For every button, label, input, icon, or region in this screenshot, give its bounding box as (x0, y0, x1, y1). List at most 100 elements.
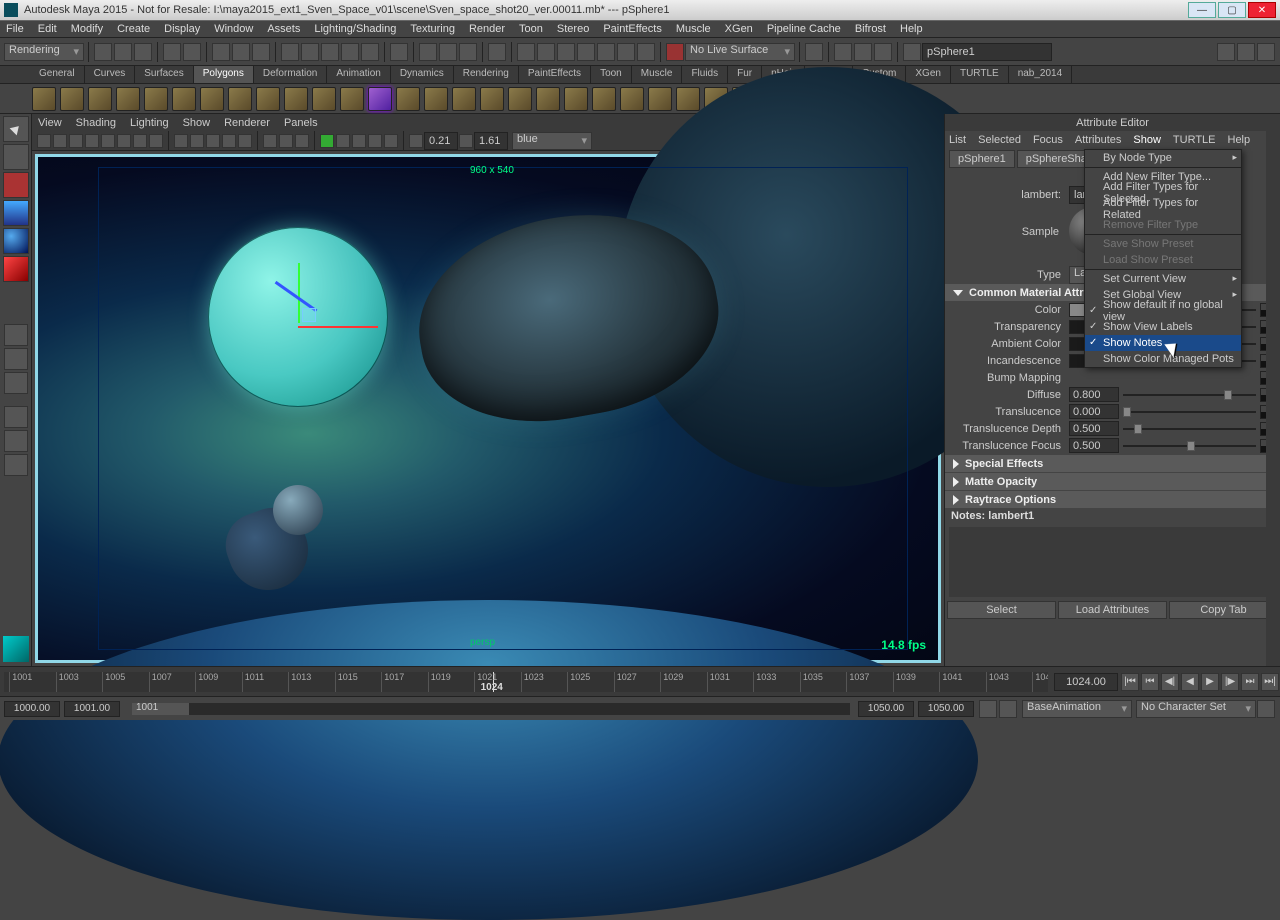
sm-add-rel[interactable]: Add Filter Types for Related (1085, 201, 1241, 217)
quick-select-field[interactable] (922, 43, 1052, 61)
snap-grid-icon[interactable] (281, 43, 299, 61)
poly-split-icon[interactable] (648, 87, 672, 111)
gamma-icon[interactable] (459, 134, 473, 148)
ae-turtle[interactable]: TURTLE (1173, 134, 1216, 146)
goto-end-button[interactable]: ⏭| (1261, 673, 1279, 691)
shelf-xgen[interactable]: XGen (906, 66, 951, 83)
sel-by-name-icon[interactable] (834, 43, 852, 61)
manip-y-axis[interactable] (298, 263, 300, 323)
layout-persp-icon[interactable] (4, 406, 28, 428)
ae-show[interactable]: Show (1133, 134, 1161, 146)
textured-icon[interactable] (206, 134, 220, 148)
xray-joints-icon[interactable] (295, 134, 309, 148)
step-back-key-button[interactable]: ⏮ (1141, 673, 1159, 691)
sm-by-node[interactable]: By Node Type▸ (1085, 150, 1241, 166)
isolate-icon[interactable] (263, 134, 277, 148)
xform5-icon[interactable] (597, 43, 615, 61)
view-transform-dropdown[interactable]: blue (512, 132, 592, 150)
move-tool[interactable] (3, 200, 29, 226)
menu-file[interactable]: File (6, 23, 24, 35)
menu-create[interactable]: Create (117, 23, 150, 35)
lights-icon[interactable] (222, 134, 236, 148)
gamma-field[interactable] (474, 132, 508, 150)
layout-single-icon[interactable] (4, 324, 28, 346)
ssao-icon[interactable] (352, 134, 366, 148)
transld-field[interactable] (1069, 421, 1119, 436)
redo-icon[interactable] (183, 43, 201, 61)
new-scene-icon[interactable] (94, 43, 112, 61)
rotate-tool[interactable] (3, 228, 29, 254)
menu-modify[interactable]: Modify (71, 23, 103, 35)
poly-combine-icon[interactable] (396, 87, 420, 111)
range-track[interactable]: 1001 (132, 703, 850, 715)
poly-type-icon[interactable] (368, 87, 392, 111)
time-ruler[interactable]: 1024 10011003100510071009101110131015101… (4, 672, 1048, 692)
xform7-icon[interactable] (637, 43, 655, 61)
live-surface-dropdown[interactable]: No Live Surface (685, 43, 795, 61)
viewport[interactable]: 960 x 540 persp 14.8 fps (35, 154, 941, 663)
shelf-rendering[interactable]: Rendering (454, 66, 519, 83)
paint-select-tool[interactable] (3, 172, 29, 198)
current-frame-field[interactable]: 1024.00 (1054, 673, 1118, 691)
live-off-icon[interactable] (666, 43, 684, 61)
translf-field[interactable] (1069, 438, 1119, 453)
menu-muscle[interactable]: Muscle (676, 23, 711, 35)
menu-painteffects[interactable]: PaintEffects (603, 23, 662, 35)
poly-bool-icon[interactable] (480, 87, 504, 111)
sec-ray[interactable]: Raytrace Options (945, 491, 1280, 508)
panel-renderer[interactable]: Renderer (224, 117, 270, 129)
play-start-field[interactable]: 1001.00 (64, 701, 120, 717)
ae-selected[interactable]: Selected (978, 134, 1021, 146)
menu-edit[interactable]: Edit (38, 23, 57, 35)
minimize-button[interactable]: — (1188, 2, 1216, 18)
menu-toon[interactable]: Toon (519, 23, 543, 35)
diffuse-field[interactable] (1069, 387, 1119, 402)
poly-pyramid-icon[interactable] (200, 87, 224, 111)
sm-show-labels[interactable]: ✓Show View Labels (1085, 319, 1241, 335)
xform-icon[interactable] (517, 43, 535, 61)
shelf-curves[interactable]: Curves (85, 66, 136, 83)
lock-icon[interactable] (488, 43, 506, 61)
ae-focus[interactable]: Focus (1033, 134, 1063, 146)
sec-matte[interactable]: Matte Opacity (945, 473, 1280, 490)
snap-point-icon[interactable] (321, 43, 339, 61)
transl-field[interactable] (1069, 404, 1119, 419)
prefs-icon[interactable] (1257, 700, 1275, 718)
save-scene-icon[interactable] (134, 43, 152, 61)
xform3-icon[interactable] (557, 43, 575, 61)
shelf-muscle[interactable]: Muscle (632, 66, 683, 83)
scale-tool[interactable] (3, 256, 29, 282)
select-obj-icon[interactable] (232, 43, 250, 61)
select-tool[interactable] (3, 116, 29, 142)
step-fwd-key-button[interactable]: ⏭ (1241, 673, 1259, 691)
menu-window[interactable]: Window (214, 23, 253, 35)
nodetab-psphere1[interactable]: pSphere1 (949, 150, 1015, 168)
poly-extrude-icon[interactable] (452, 87, 476, 111)
char-set-dropdown[interactable]: No Character Set (1136, 700, 1256, 718)
manip-x-axis[interactable] (298, 326, 378, 328)
sm-show-notes[interactable]: ✓Show Notes (1085, 335, 1241, 351)
sidebar-toggle-icon[interactable] (1217, 43, 1235, 61)
res-gate-icon[interactable] (133, 134, 147, 148)
poly-insert-icon[interactable] (592, 87, 616, 111)
msaa-icon[interactable] (368, 134, 382, 148)
poly-cube-icon[interactable] (60, 87, 84, 111)
step-fwd-button[interactable]: |▶ (1221, 673, 1239, 691)
poly-cut-icon[interactable] (620, 87, 644, 111)
xray-icon[interactable] (279, 134, 293, 148)
layout-outliner-icon[interactable] (4, 430, 28, 452)
right-side-tabs[interactable] (1266, 114, 1280, 666)
shelf-fluids[interactable]: Fluids (682, 66, 728, 83)
poly-cylinder-icon[interactable] (88, 87, 112, 111)
layout-graph-icon[interactable] (4, 454, 28, 476)
transl-slider[interactable] (1123, 405, 1256, 419)
ae-list[interactable]: List (949, 134, 966, 146)
set-key-icon[interactable] (999, 700, 1017, 718)
shelf-dynamics[interactable]: Dynamics (391, 66, 454, 83)
render-settings-icon[interactable] (459, 43, 477, 61)
shelf-animation[interactable]: Animation (327, 66, 390, 83)
goto-start-button[interactable]: |⏮ (1121, 673, 1139, 691)
layout-two-icon[interactable] (4, 372, 28, 394)
panel-panels[interactable]: Panels (284, 117, 318, 129)
poly-platonic-icon[interactable] (312, 87, 336, 111)
